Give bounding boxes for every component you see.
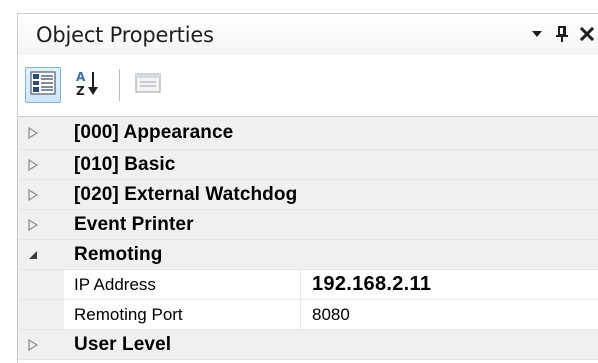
svg-text:A: A: [76, 70, 86, 84]
title-bar-buttons: [523, 22, 598, 46]
expand-arrow-icon[interactable]: [23, 180, 43, 209]
property-row[interactable]: Remoting Port 8080: [18, 300, 598, 330]
collapse-arrow-icon[interactable]: [23, 240, 43, 269]
expand-arrow-icon[interactable]: [23, 210, 43, 239]
expand-arrow-icon[interactable]: [23, 150, 43, 179]
category-label: [000] Appearance: [74, 122, 234, 143]
property-name[interactable]: Remoting Port: [64, 300, 301, 329]
category-label: Event Printer: [74, 213, 194, 235]
category-row[interactable]: [020] External Watchdog: [18, 180, 598, 210]
category-label: [010] Basic: [74, 153, 176, 175]
expand-arrow-icon[interactable]: [23, 117, 43, 149]
property-pages-icon: [135, 72, 161, 99]
category-label: Remoting: [74, 243, 163, 265]
row-gutter: [18, 300, 64, 329]
property-grid-toolbar: A Z: [17, 55, 598, 115]
dropdown-arrow-icon[interactable]: [526, 23, 548, 45]
row-gutter: [18, 270, 64, 299]
expand-arrow-icon[interactable]: [23, 330, 43, 359]
category-row[interactable]: Event Printer: [18, 210, 598, 240]
category-row[interactable]: [010] Basic: [18, 150, 598, 180]
category-label: User Level: [74, 333, 172, 355]
category-row[interactable]: User Level: [18, 330, 598, 360]
close-icon[interactable]: [576, 23, 598, 45]
categorized-view-button[interactable]: [25, 67, 61, 103]
property-pages-button[interactable]: [130, 67, 166, 103]
panel-title: Object Properties: [36, 23, 214, 47]
property-value[interactable]: 8080: [302, 300, 598, 329]
svg-text:Z: Z: [76, 84, 85, 98]
alphabetical-sort-button[interactable]: A Z: [70, 67, 106, 103]
panel-title-bar: Object Properties: [17, 13, 598, 55]
property-value[interactable]: 192.168.2.11: [302, 270, 598, 299]
property-row[interactable]: IP Address 192.168.2.11: [18, 270, 598, 300]
object-properties-panel: Object Properties A Z [000] Appearance […: [0, 0, 598, 363]
property-grid: [000] Appearance [010] Basic [020] Exter…: [17, 116, 598, 363]
property-name[interactable]: IP Address: [64, 270, 301, 299]
category-row-expanded[interactable]: Remoting: [18, 240, 598, 270]
category-row[interactable]: [000] Appearance: [18, 117, 598, 150]
sort-az-icon: A Z: [73, 68, 103, 103]
category-label: [020] External Watchdog: [74, 183, 298, 205]
pin-icon[interactable]: [551, 23, 573, 45]
categorized-icon: [30, 70, 56, 100]
toolbar-separator: [119, 69, 120, 101]
